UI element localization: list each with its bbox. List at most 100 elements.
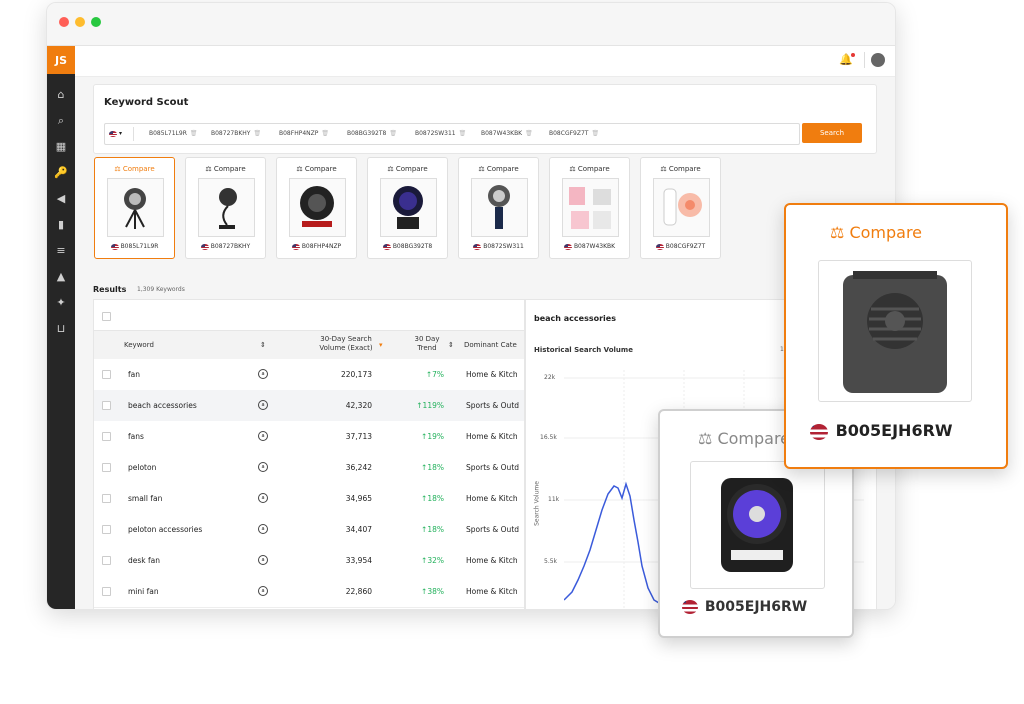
row-checkbox[interactable] [102, 463, 111, 472]
compare-text: Compare [577, 165, 610, 173]
megaphone-icon[interactable]: ◀ [54, 192, 68, 206]
asin-chip[interactable]: B0872SW311 🗑 [415, 128, 466, 140]
product-asin: B0872SW311 [459, 243, 538, 250]
product-card[interactable]: ⚖ Compare B08727BKHY [185, 157, 266, 259]
asin-text: B08FHP4NZP [301, 243, 342, 250]
product-card[interactable]: ⚖ Compare B08FHP4NZP [276, 157, 357, 259]
compare-label[interactable]: ⚖ Compare [459, 165, 538, 173]
search-button[interactable]: Search [802, 123, 862, 143]
asin-chip[interactable]: B08FHP4NZP 🗑 [279, 128, 329, 140]
amazon-icon[interactable]: a [258, 493, 268, 503]
academy-icon[interactable]: ▲ [54, 270, 68, 284]
row-checkbox[interactable] [102, 587, 111, 596]
asin-chip[interactable]: B08BG392T8 🗑 [347, 128, 397, 140]
list-icon[interactable]: ≡ [54, 244, 68, 258]
amazon-icon[interactable]: a [258, 369, 268, 379]
remove-chip-icon[interactable]: 🗑 [321, 130, 329, 137]
amazon-icon[interactable]: a [258, 462, 268, 472]
close-window-button[interactable] [59, 17, 69, 27]
asin-chip[interactable]: B08727BKHY 🗑 [211, 128, 261, 140]
sort-icon[interactable]: ⇕ [260, 341, 266, 350]
amazon-icon[interactable]: a [258, 524, 268, 534]
amazon-icon[interactable]: a [258, 400, 268, 410]
y-tick: 11k [548, 496, 560, 503]
remove-chip-icon[interactable]: 🗑 [389, 130, 397, 137]
keyword-icon[interactable]: 🔑 [54, 166, 68, 180]
col-keyword[interactable]: Keyword [124, 341, 154, 350]
table-row[interactable]: peloton a 36,242 ↑18% Sports & Outd [94, 452, 524, 484]
asin-chip[interactable]: B085L71L9R 🗑 [149, 128, 198, 140]
notification-bell-icon[interactable]: 🔔 [839, 53, 855, 66]
asin-chip-label: B087W43KBK [481, 130, 523, 137]
amazon-icon[interactable]: a [258, 431, 268, 441]
remove-chip-icon[interactable]: 🗑 [253, 130, 261, 137]
compare-header[interactable]: ⚖ Compare [830, 223, 922, 242]
cart-icon[interactable]: ⊔ [54, 322, 68, 336]
us-flag-icon [810, 423, 828, 440]
minimize-window-button[interactable] [75, 17, 85, 27]
volume-cell: 33,954 [345, 556, 372, 565]
asin-text: B085L71L9R [120, 243, 159, 250]
table-row[interactable]: desk fan a 33,954 ↑32% Home & Kitch [94, 545, 524, 577]
products-icon[interactable]: ▦ [54, 140, 68, 154]
remove-chip-icon[interactable]: 🗑 [525, 130, 533, 137]
product-card[interactable]: ⚖ Compare B08BG392T8 [367, 157, 448, 259]
col-category[interactable]: Dominant Cate [464, 341, 517, 350]
sort-icon[interactable]: ⇕ [448, 341, 454, 350]
remove-chip-icon[interactable]: 🗑 [459, 130, 467, 137]
user-avatar-icon[interactable] [871, 53, 885, 67]
us-flag-icon [200, 243, 209, 250]
dashboard-icon[interactable]: ⌂ [54, 88, 68, 102]
row-checkbox[interactable] [102, 401, 111, 410]
compare-header[interactable]: ⚖ Compare [698, 429, 790, 448]
row-checkbox[interactable] [102, 494, 111, 503]
category-cell: Home & Kitch [466, 556, 518, 565]
row-checkbox[interactable] [102, 556, 111, 565]
remove-chip-icon[interactable]: 🗑 [591, 130, 599, 137]
volume-cell: 220,173 [340, 370, 372, 379]
asin-chip-label: B08CGF9Z7T [549, 130, 589, 137]
table-row[interactable]: mini fan a 22,860 ↑38% Home & Kitch [94, 576, 524, 608]
product-image [198, 178, 255, 237]
compare-label[interactable]: ⚖ Compare [368, 165, 447, 173]
compare-label[interactable]: ⚖ Compare [186, 165, 265, 173]
amazon-icon[interactable]: a [258, 555, 268, 565]
maximize-window-button[interactable] [91, 17, 101, 27]
compare-label[interactable]: ⚖ Compare [641, 165, 720, 173]
table-row[interactable]: fans a 37,713 ↑19% Home & Kitch [94, 421, 524, 453]
product-card[interactable]: ⚖ Compare B0872SW311 [458, 157, 539, 259]
category-cell: Home & Kitch [466, 370, 518, 379]
table-row[interactable]: small fan a 34,965 ↑18% Home & Kitch [94, 483, 524, 515]
sort-desc-icon[interactable]: ▾ [379, 341, 383, 350]
settings-icon[interactable]: ✦ [54, 296, 68, 310]
asin-chip[interactable]: B08CGF9Z7T 🗑 [549, 128, 599, 140]
table-row[interactable]: beach accessories a 42,320 ↑119% Sports & Ou… [94, 390, 524, 422]
app-logo[interactable]: JS [47, 46, 75, 74]
search-icon[interactable]: ⌕ [54, 114, 68, 128]
select-all-checkbox[interactable] [102, 312, 111, 321]
asin-search-bar[interactable]: ▾ B085L71L9R 🗑 B08727BKHY 🗑 B08FHP4NZP 🗑 B0… [104, 123, 800, 145]
col-trend-line1: 30 Day [414, 335, 440, 343]
row-checkbox[interactable] [102, 525, 111, 534]
asin-text: B005EJH6RW [835, 421, 953, 440]
analytics-icon[interactable]: ▮ [54, 218, 68, 232]
asin-chip-label: B08727BKHY [211, 130, 251, 137]
col-trend[interactable]: 30 Day Trend [412, 335, 442, 353]
compare-label[interactable]: ⚖ Compare [550, 165, 629, 173]
row-checkbox[interactable] [102, 370, 111, 379]
product-card[interactable]: ⚖ Compare B087W43KBK [549, 157, 630, 259]
marketplace-select[interactable]: ▾ [109, 127, 134, 141]
product-card[interactable]: ⚖ Compare B085L71L9R [94, 157, 175, 259]
compare-selected-card[interactable]: ⚖ Compare B005EJH6RW [784, 203, 1008, 469]
table-row[interactable]: peloton accessories a 34,407 ↑18% Sports & O… [94, 514, 524, 546]
row-checkbox[interactable] [102, 432, 111, 441]
compare-label[interactable]: ⚖ Compare [277, 165, 356, 173]
table-row[interactable]: fan a 220,173 ↑7% Home & Kitch [94, 359, 524, 391]
col-volume[interactable]: 30-Day Search Volume (Exact) [316, 335, 376, 353]
remove-chip-icon[interactable]: 🗑 [190, 130, 198, 137]
product-card[interactable]: ⚖ Compare B08CGF9Z7T [640, 157, 721, 259]
asin-chip[interactable]: B087W43KBK 🗑 [481, 128, 533, 140]
compare-text: Compare [668, 165, 701, 173]
compare-label[interactable]: ⚖ Compare [95, 165, 174, 173]
amazon-icon[interactable]: a [258, 586, 268, 596]
